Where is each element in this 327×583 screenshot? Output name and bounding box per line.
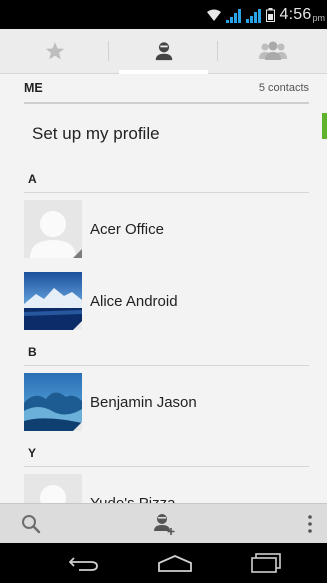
back-button[interactable] [64, 551, 104, 575]
me-label: ME [24, 81, 43, 95]
contact-item-alice-android[interactable]: Alice Android [0, 265, 327, 337]
section-letter: B [28, 345, 37, 359]
section-letter: Y [28, 446, 37, 460]
status-bar: 4:56 pm [0, 0, 327, 29]
section-header-a: A [24, 164, 309, 193]
default-avatar [24, 474, 82, 503]
contacts-app: ME 5 contacts Set up my profile A Acer O… [0, 29, 327, 503]
overflow-menu-icon [308, 515, 312, 533]
tab-bar [0, 29, 327, 74]
section-letter: A [28, 172, 37, 186]
person-icon [155, 42, 172, 61]
scroll-indicator[interactable] [322, 113, 327, 139]
search-button[interactable] [14, 504, 48, 544]
home-icon [158, 555, 192, 572]
contact-name: Benjamin Jason [90, 393, 197, 411]
tab-favorites[interactable] [0, 29, 109, 73]
status-time: 4:56 [279, 6, 312, 23]
section-header-b: B [24, 337, 309, 366]
home-button[interactable] [155, 551, 195, 575]
setup-profile-item[interactable]: Set up my profile [32, 104, 327, 164]
contact-name: Alice Android [90, 292, 178, 310]
system-navigation-bar [0, 543, 327, 583]
recents-icon [251, 553, 281, 573]
overflow-menu-button[interactable] [298, 504, 322, 544]
section-header-y: Y [24, 438, 309, 467]
add-contact-button[interactable] [146, 504, 182, 544]
me-section-header: ME 5 contacts [24, 74, 309, 104]
star-icon [45, 42, 64, 60]
signal-strength-icon-2 [245, 7, 261, 23]
battery-icon [265, 8, 275, 22]
recents-button[interactable] [246, 551, 286, 575]
back-icon [69, 557, 98, 571]
tab-groups[interactable] [218, 29, 327, 73]
contact-item-acer-office[interactable]: Acer Office [0, 193, 327, 265]
search-icon [22, 515, 41, 534]
tab-contacts[interactable] [109, 29, 218, 74]
contact-photo [24, 272, 82, 330]
contact-name: Acer Office [90, 220, 164, 238]
group-icon [258, 41, 287, 60]
contact-item-yudos-pizza[interactable]: Yudo's Pizza [0, 467, 327, 503]
contact-photo [24, 373, 82, 431]
status-ampm: pm [312, 13, 325, 23]
default-avatar [24, 200, 82, 258]
add-contact-icon [154, 514, 175, 535]
wifi-icon [206, 9, 221, 21]
setup-profile-label: Set up my profile [32, 124, 160, 143]
action-bar [0, 503, 327, 544]
contact-item-benjamin-jason[interactable]: Benjamin Jason [0, 366, 327, 438]
contact-name: Yudo's Pizza [90, 494, 176, 504]
signal-strength-icon-1 [225, 7, 241, 23]
contacts-count: 5 contacts [258, 82, 309, 94]
